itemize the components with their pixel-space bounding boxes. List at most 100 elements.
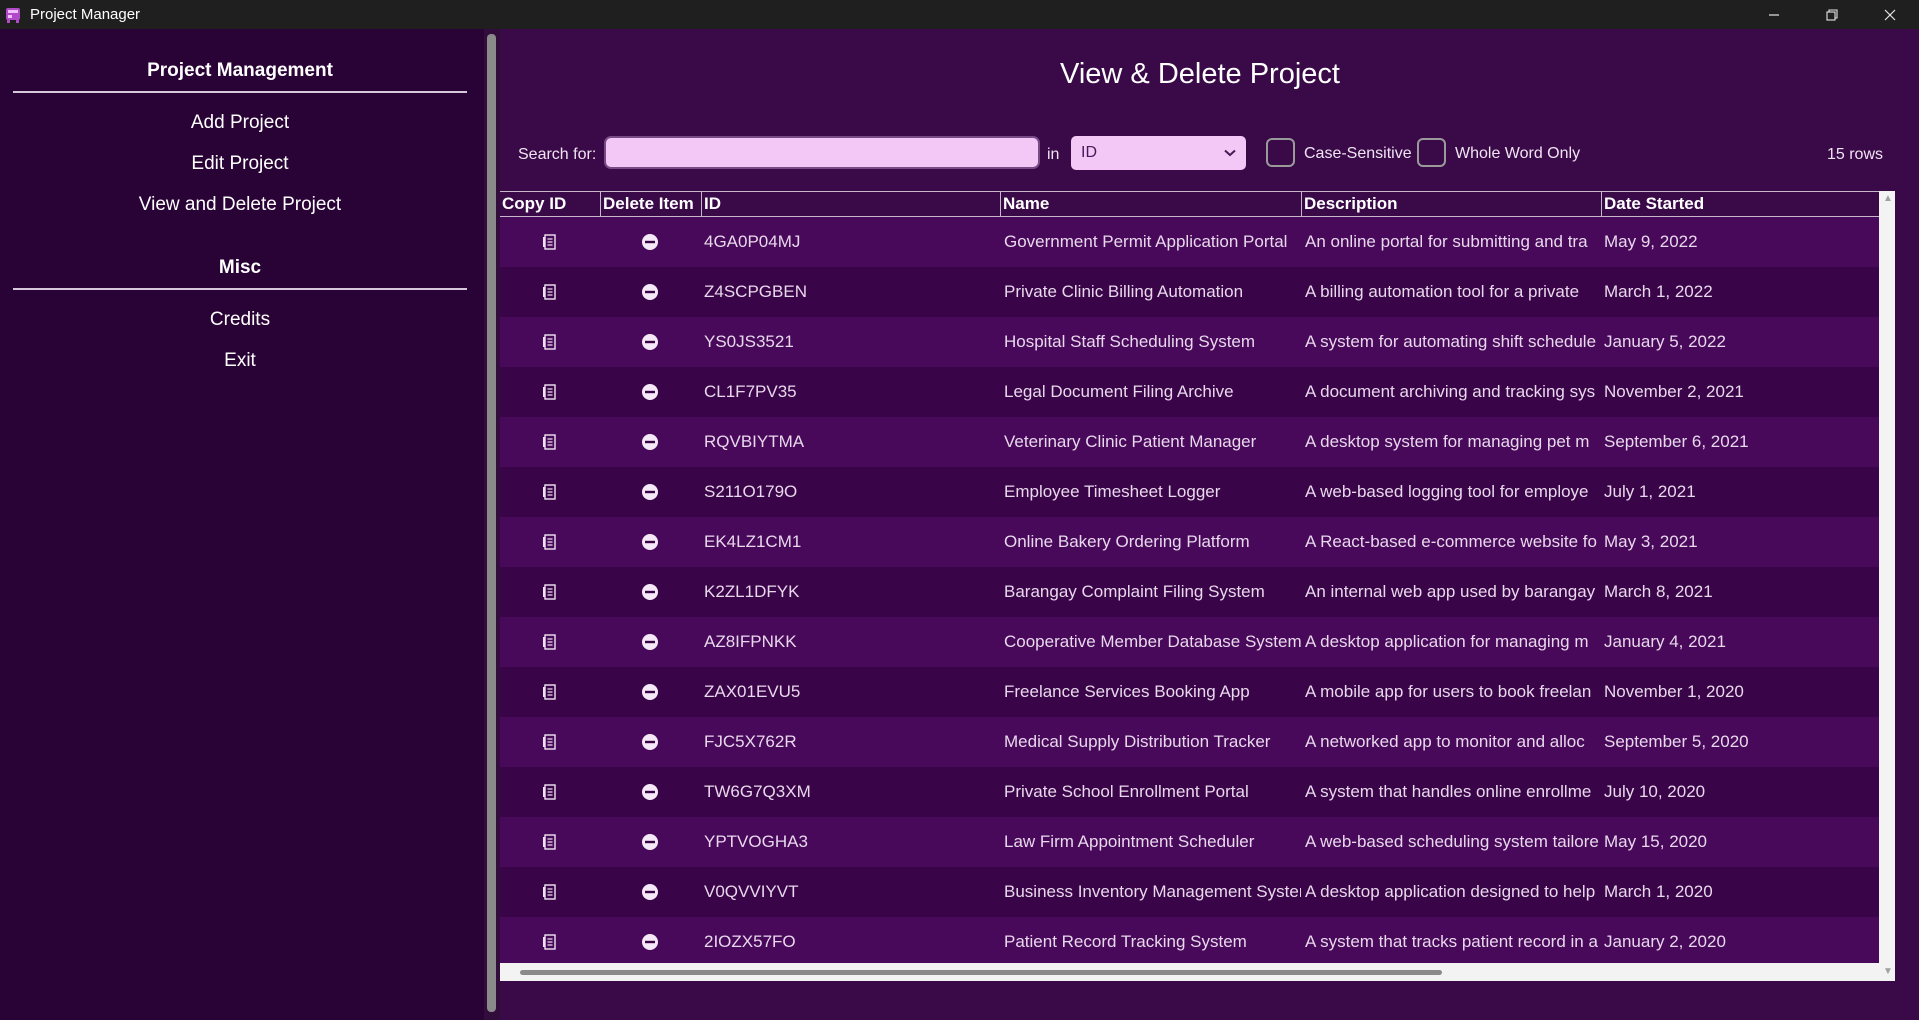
copy-id-icon[interactable]: [541, 333, 559, 351]
table-row[interactable]: K2ZL1DFYK Barangay Complaint Filing Syste…: [500, 567, 1879, 617]
copy-id-icon[interactable]: [541, 383, 559, 401]
delete-item-icon[interactable]: [641, 383, 659, 401]
restore-button[interactable]: [1803, 0, 1861, 29]
delete-item-icon[interactable]: [641, 433, 659, 451]
column-header-id[interactable]: ID: [701, 192, 1000, 216]
column-header-description[interactable]: Description: [1301, 192, 1601, 216]
delete-item-icon[interactable]: [641, 783, 659, 801]
delete-item-icon[interactable]: [641, 333, 659, 351]
column-header-name[interactable]: Name: [1000, 192, 1301, 216]
delete-item-icon[interactable]: [641, 283, 659, 301]
cell-name: Online Bakery Ordering Platform: [1004, 532, 1250, 551]
delete-item-icon[interactable]: [641, 633, 659, 651]
table-row[interactable]: RQVBIYTMA Veterinary Clinic Patient Manag…: [500, 417, 1879, 467]
sidebar-item-edit-project[interactable]: Edit Project: [0, 153, 480, 175]
copy-id-icon[interactable]: [541, 283, 559, 301]
delete-item-icon[interactable]: [641, 883, 659, 901]
cell-name: Hospital Staff Scheduling System: [1004, 332, 1256, 351]
copy-id-icon[interactable]: [541, 233, 559, 251]
table-row[interactable]: TW6G7Q3XM Private School Enrollment Porta…: [500, 767, 1879, 817]
cell-date-started: May 15, 2020: [1604, 832, 1708, 851]
cell-date-started: May 3, 2021: [1604, 532, 1698, 551]
column-header-copy-id[interactable]: Copy ID: [500, 192, 600, 216]
table-row[interactable]: FJC5X762R Medical Supply Distribution Tra…: [500, 717, 1879, 767]
sidebar-scrollbar-thumb[interactable]: [487, 34, 496, 1012]
copy-id-icon[interactable]: [541, 433, 559, 451]
minimize-button[interactable]: [1745, 0, 1803, 29]
copy-id-icon[interactable]: [541, 733, 559, 751]
delete-item-icon[interactable]: [641, 233, 659, 251]
cell-id: TW6G7Q3XM: [704, 782, 811, 801]
cell-date-started: July 10, 2020: [1604, 782, 1706, 801]
copy-id-icon[interactable]: [541, 783, 559, 801]
delete-item-icon[interactable]: [641, 933, 659, 951]
delete-item-icon[interactable]: [641, 833, 659, 851]
table-row[interactable]: 4GA0P04MJ Government Permit Application P…: [500, 217, 1879, 267]
column-header-delete-item[interactable]: Delete Item: [600, 192, 701, 216]
table-row[interactable]: AZ8IFPNKK Cooperative Member Database Sys…: [500, 617, 1879, 667]
table-row[interactable]: EK4LZ1CM1 Online Bakery Ordering Platform…: [500, 517, 1879, 567]
table-horizontal-scrollbar[interactable]: [500, 963, 1879, 981]
sidebar-item-view-delete-project[interactable]: View and Delete Project: [0, 194, 480, 216]
cell-description: A billing automation tool for a private: [1305, 282, 1580, 301]
column-header-date-started[interactable]: Date Started: [1601, 192, 1895, 216]
sidebar-item-exit[interactable]: Exit: [0, 350, 480, 372]
delete-item-icon[interactable]: [641, 683, 659, 701]
cell-date-started: September 6, 2021: [1604, 432, 1749, 451]
case-sensitive-checkbox[interactable]: [1266, 138, 1295, 167]
table-row[interactable]: 2IOZX57FO Patient Record Tracking System A…: [500, 917, 1879, 967]
search-input[interactable]: [604, 136, 1040, 169]
cell-name: Freelance Services Booking App: [1004, 682, 1250, 701]
cell-date-started: March 8, 2021: [1604, 582, 1713, 601]
cell-date-started: March 1, 2022: [1604, 282, 1713, 301]
cell-description: A web-based logging tool for employe: [1305, 482, 1589, 501]
table-row[interactable]: YS0JS3521 Hospital Staff Scheduling Syste…: [500, 317, 1879, 367]
cell-name: Barangay Complaint Filing System: [1004, 582, 1265, 601]
copy-id-icon[interactable]: [541, 633, 559, 651]
cell-date-started: May 9, 2022: [1604, 232, 1698, 251]
cell-description: A React-based e-commerce website fo: [1305, 532, 1597, 551]
table-row[interactable]: Z4SCPGBEN Private Clinic Billing Automati…: [500, 267, 1879, 317]
whole-word-checkbox[interactable]: [1417, 138, 1446, 167]
delete-item-icon[interactable]: [641, 583, 659, 601]
cell-description: A mobile app for users to book freelan: [1305, 682, 1592, 701]
table-row[interactable]: ZAX01EVU5 Freelance Services Booking App A…: [500, 667, 1879, 717]
sidebar-item-add-project[interactable]: Add Project: [0, 112, 480, 134]
close-button[interactable]: [1861, 0, 1919, 29]
cell-description: A desktop application designed to help: [1305, 882, 1596, 901]
projects-table: Copy ID Delete Item ID Name Description …: [500, 191, 1895, 981]
table-vertical-scrollbar[interactable]: ▲ ▼: [1879, 191, 1895, 981]
cell-id: CL1F7PV35: [704, 382, 797, 401]
table-row[interactable]: YPTVOGHA3 Law Firm Appointment Scheduler A…: [500, 817, 1879, 867]
cell-description: A networked app to monitor and alloc: [1305, 732, 1585, 751]
scroll-up-arrow-icon[interactable]: ▲: [1883, 193, 1893, 204]
copy-id-icon[interactable]: [541, 933, 559, 951]
table-row[interactable]: S211O179O Employee Timesheet Logger A web-…: [500, 467, 1879, 517]
delete-item-icon[interactable]: [641, 733, 659, 751]
table-row[interactable]: CL1F7PV35 Legal Document Filing Archive A …: [500, 367, 1879, 417]
copy-id-icon[interactable]: [541, 683, 559, 701]
copy-id-icon[interactable]: [541, 583, 559, 601]
cell-description: An online portal for submitting and tra: [1305, 232, 1588, 251]
sidebar-item-credits[interactable]: Credits: [0, 309, 480, 331]
horizontal-scrollbar-thumb[interactable]: [520, 970, 1442, 975]
cell-date-started: July 1, 2021: [1604, 482, 1696, 501]
delete-item-icon[interactable]: [641, 533, 659, 551]
sidebar-heading-project-management: Project Management: [147, 60, 333, 81]
search-field-select[interactable]: ID: [1071, 136, 1246, 170]
copy-id-icon[interactable]: [541, 883, 559, 901]
copy-id-icon[interactable]: [541, 533, 559, 551]
table-body: 4GA0P04MJ Government Permit Application P…: [500, 217, 1879, 967]
window-title: Project Manager: [30, 6, 141, 23]
cell-description: An internal web app used by barangay: [1305, 582, 1596, 601]
chevron-down-icon: [1224, 144, 1236, 162]
table-row[interactable]: V0QVVIYVT Business Inventory Management S…: [500, 867, 1879, 917]
cell-name: Employee Timesheet Logger: [1004, 482, 1221, 501]
scroll-down-arrow-icon[interactable]: ▼: [1883, 966, 1893, 977]
cell-id: S211O179O: [704, 482, 798, 501]
copy-id-icon[interactable]: [541, 833, 559, 851]
page-title: View & Delete Project: [1060, 58, 1340, 90]
delete-item-icon[interactable]: [641, 483, 659, 501]
copy-id-icon[interactable]: [541, 483, 559, 501]
cell-date-started: January 5, 2022: [1604, 332, 1726, 351]
